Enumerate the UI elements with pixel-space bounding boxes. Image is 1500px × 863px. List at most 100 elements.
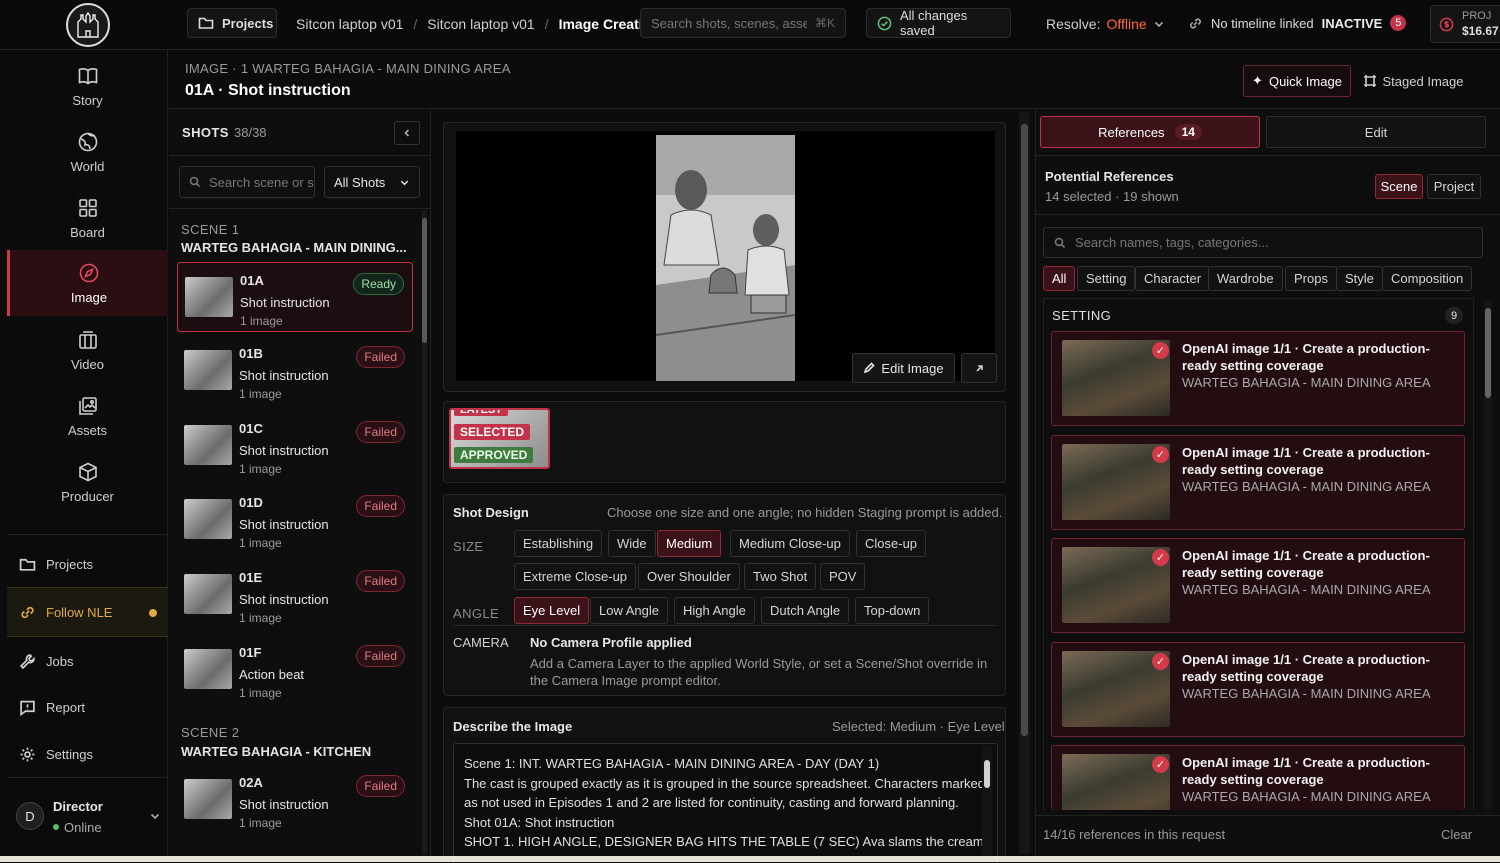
check-icon[interactable]: ✓	[1152, 342, 1169, 359]
check-icon[interactable]: ✓	[1152, 756, 1169, 773]
tab-edit[interactable]: Edit	[1266, 116, 1486, 148]
refs-scrollbar[interactable]	[1484, 300, 1492, 810]
version-thumb[interactable]: LATEST SELECTED APPROVED	[449, 408, 550, 469]
center-scrollbar-thumb[interactable]	[1021, 124, 1028, 736]
size-option[interactable]: Medium Close-up	[730, 530, 850, 557]
size-option[interactable]: Close-up	[856, 530, 927, 557]
sidebar-report[interactable]: Report	[7, 685, 168, 729]
generated-image[interactable]	[656, 135, 795, 381]
sidebar-projects[interactable]: Projects	[7, 542, 168, 586]
reference-title: OpenAI image 1/1 · Create a production-r…	[1182, 652, 1430, 684]
size-option[interactable]: Extreme Close-up	[514, 563, 637, 590]
nav-video[interactable]: Video	[7, 318, 168, 382]
refs-search-input[interactable]: Search names, tags, categories...	[1043, 227, 1483, 258]
size-option-selected[interactable]: Medium	[657, 530, 722, 557]
shot-thumbnail	[185, 277, 233, 317]
divider	[169, 155, 431, 156]
check-icon[interactable]: ✓	[1152, 446, 1169, 463]
center-scrollbar[interactable]	[1019, 112, 1030, 854]
reference-subtitle: WARTEG BAHAGIA - MAIN DINING AREA	[1182, 789, 1431, 804]
globe-icon	[77, 131, 99, 153]
scope-project-button[interactable]: Project	[1427, 174, 1481, 199]
reference-card[interactable]: ✓ OpenAI image 1/1 · Create a production…	[1051, 642, 1465, 737]
reference-card[interactable]: ✓ OpenAI image 1/1 · Create a production…	[1051, 538, 1465, 633]
reference-card[interactable]: ✓ OpenAI image 1/1 · Create a production…	[1051, 435, 1465, 530]
scene-name: WARTEG BAHAGIA - KITCHEN	[181, 744, 372, 759]
shot-card[interactable]: 01A Shot instruction 1 image Ready	[177, 262, 413, 332]
follow-nle-toggle[interactable]: Follow NLE	[7, 587, 168, 637]
filter-props[interactable]: Props	[1285, 266, 1337, 291]
nav-assets-label: Assets	[67, 422, 107, 438]
reference-title: OpenAI image 1/1 · Create a production-r…	[1182, 755, 1430, 787]
nav-board[interactable]: Board	[7, 186, 168, 250]
scope-scene-button[interactable]: Scene	[1375, 174, 1423, 199]
nav-story[interactable]: Story	[7, 54, 168, 118]
size-option[interactable]: Establishing	[514, 530, 603, 557]
filter-style[interactable]: Style	[1336, 266, 1383, 291]
sidebar-jobs[interactable]: Jobs	[7, 639, 168, 683]
size-option[interactable]: Wide	[608, 530, 656, 557]
projects-button[interactable]: Projects	[187, 8, 277, 38]
breadcrumb-item-project[interactable]: Sitcon laptop v01	[296, 16, 403, 32]
gear-icon	[19, 746, 36, 763]
refs-title: Potential References	[1045, 169, 1174, 184]
size-option[interactable]: POV	[820, 563, 866, 590]
tag-selected: SELECTED	[454, 424, 531, 440]
tab-references[interactable]: References 14	[1040, 116, 1260, 148]
nav-image[interactable]: Image	[7, 250, 168, 316]
timeline-status[interactable]: No timeline linked INACTIVE 5	[1178, 8, 1410, 38]
shot-card[interactable]: 01D Shot instruction 1 image Failed	[177, 485, 413, 555]
size-option[interactable]: Two Shot	[744, 563, 817, 590]
prompt-textarea[interactable]: Scene 1: INT. WARTEG BAHAGIA - MAIN DINI…	[453, 743, 998, 863]
quick-image-button[interactable]: ✦ Quick Image	[1243, 65, 1351, 97]
edit-image-button[interactable]: Edit Image	[852, 353, 955, 383]
filter-wardrobe[interactable]: Wardrobe	[1208, 266, 1283, 291]
resolve-dropdown[interactable]: Resolve: Offline	[1046, 16, 1165, 32]
shot-card[interactable]: 01E Shot instruction 1 image Failed	[177, 560, 413, 630]
filter-setting[interactable]: Setting	[1077, 266, 1136, 291]
filter-all[interactable]: All	[1043, 266, 1076, 291]
shot-card[interactable]: 01B Shot instruction 1 image Failed	[177, 336, 413, 406]
refs-scrollbar-thumb[interactable]	[1485, 308, 1491, 398]
nav-world[interactable]: World	[7, 120, 168, 184]
breadcrumb-item-episode[interactable]: Sitcon laptop v01	[427, 16, 534, 32]
check-icon[interactable]: ✓	[1152, 653, 1169, 670]
angle-option[interactable]: Dutch Angle	[761, 597, 850, 624]
prompt-scrollbar[interactable]	[982, 746, 992, 858]
sidebar-settings[interactable]: Settings	[7, 732, 168, 776]
shots-scrollbar-thumb[interactable]	[422, 218, 427, 343]
status-badge: Failed	[356, 775, 405, 797]
angle-option[interactable]: Low Angle	[590, 597, 668, 624]
project-cost[interactable]: PROJ $16.67	[1430, 5, 1500, 43]
user-menu[interactable]: D Director Online	[7, 786, 168, 846]
shot-search-input[interactable]: Search scene or shot	[179, 166, 315, 198]
filter-composition[interactable]: Composition	[1382, 266, 1473, 291]
app-logo[interactable]	[66, 3, 110, 47]
reference-title: OpenAI image 1/1 · Create a production-r…	[1182, 341, 1430, 373]
shots-scrollbar[interactable]	[422, 210, 427, 855]
size-label: SIZE	[453, 539, 484, 554]
reference-card[interactable]: ✓ OpenAI image 1/1 · Create a production…	[1051, 331, 1465, 426]
nav-producer[interactable]: Producer	[7, 450, 168, 514]
angle-option[interactable]: High Angle	[674, 597, 755, 624]
shot-search-placeholder: Search scene or shot	[209, 174, 314, 190]
shot-card[interactable]: 02A Shot instruction 1 image Failed	[177, 765, 413, 835]
shot-filter-select[interactable]: All Shots	[324, 166, 420, 198]
angle-option[interactable]: Top-down	[855, 597, 930, 624]
shot-card[interactable]: 01C Shot instruction 1 image Failed	[177, 411, 413, 481]
filter-character[interactable]: Character	[1135, 266, 1211, 291]
collapse-panel-button[interactable]	[394, 121, 420, 145]
reference-card[interactable]: ✓ OpenAI image 1/1 · Create a production…	[1051, 745, 1465, 810]
prompt-scrollbar-thumb[interactable]	[984, 760, 990, 788]
size-option[interactable]: Over Shoulder	[638, 563, 740, 590]
open-external-button[interactable]	[961, 353, 997, 383]
global-search[interactable]: Search shots, scenes, assets... ⌘K	[640, 8, 846, 38]
angle-option-selected[interactable]: Eye Level	[514, 597, 590, 624]
nav-assets[interactable]: Assets	[7, 384, 168, 448]
sidebar: Story World Board Image Video Assets Pro…	[7, 50, 168, 862]
shot-code: 01D	[239, 495, 263, 510]
shot-card[interactable]: 01F Action beat 1 image Failed	[177, 635, 413, 705]
staged-image-button[interactable]: Staged Image	[1357, 65, 1469, 97]
check-icon[interactable]: ✓	[1152, 549, 1169, 566]
clear-button[interactable]: Clear	[1441, 827, 1472, 842]
